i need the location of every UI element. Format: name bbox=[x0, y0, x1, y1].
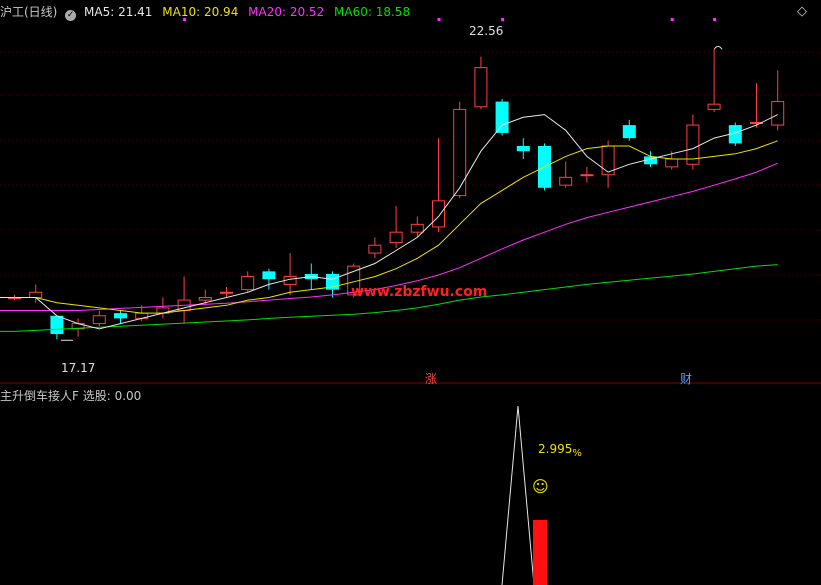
candle-body-12 bbox=[262, 271, 276, 280]
candle-body-26 bbox=[559, 176, 573, 186]
candle-body-24 bbox=[516, 145, 530, 152]
candle-body-20 bbox=[432, 200, 445, 228]
candle-body-1 bbox=[29, 291, 43, 298]
smiley-icon: ☺ bbox=[532, 477, 549, 496]
candle-body-17 bbox=[368, 244, 382, 254]
indicator-pct: 2.995% bbox=[538, 442, 582, 459]
finance-marker[interactable]: 财 bbox=[680, 370, 692, 387]
candle-body-5 bbox=[114, 313, 127, 319]
rise-marker[interactable]: 涨 bbox=[425, 370, 437, 387]
candle-body-36 bbox=[771, 101, 785, 126]
candle-body-19 bbox=[410, 223, 424, 233]
candle-body-22 bbox=[474, 67, 488, 108]
candle-body-18 bbox=[389, 231, 403, 244]
candle-body-23 bbox=[495, 101, 509, 133]
stock-title: 沪工(日线) bbox=[0, 5, 58, 19]
candle-body-27 bbox=[580, 174, 594, 177]
collapse-icon[interactable]: ◇ bbox=[797, 4, 807, 19]
watermark-text: www.zbzfwu.com bbox=[351, 284, 488, 300]
candle-body-4 bbox=[92, 315, 106, 325]
settings-icon[interactable]: ✓ bbox=[65, 10, 77, 21]
candle-body-31 bbox=[665, 158, 679, 168]
candle-body-10 bbox=[220, 291, 233, 294]
ma10-label: MA10: 20.94 bbox=[162, 5, 239, 19]
stock-chart-window: 沪工(日线) ✓ MA5: 21.41 MA10: 20.94 MA20: 20… bbox=[0, 0, 821, 585]
high-arrow bbox=[713, 45, 723, 50]
candle-body-2 bbox=[50, 315, 64, 335]
chart-header: 沪工(日线) ✓ MA5: 21.41 MA10: 20.94 MA20: 20… bbox=[0, 3, 410, 21]
signal-dot-4 bbox=[713, 18, 717, 21]
indicator-title: 主升倒车接人F 选股: 0.00 bbox=[0, 389, 142, 403]
candle-body-29 bbox=[622, 125, 636, 139]
indicator-red-bar bbox=[533, 520, 547, 585]
candle-body-21 bbox=[453, 108, 467, 197]
signal-dot-2 bbox=[501, 18, 505, 21]
ma5-label: MA5: 21.41 bbox=[84, 5, 153, 19]
candle-body-9 bbox=[198, 296, 212, 301]
candle-body-11 bbox=[241, 276, 255, 291]
high-price-label: 22.56 bbox=[469, 24, 504, 38]
signal-dot-1 bbox=[437, 18, 441, 21]
ma20-label: MA20: 20.52 bbox=[248, 5, 325, 19]
indicator-pct-value: 2.995 bbox=[538, 442, 573, 456]
indicator-pct-sign: % bbox=[572, 448, 582, 459]
low-price-label: 17.17 bbox=[61, 361, 96, 375]
signal-dot-3 bbox=[670, 18, 674, 21]
indicator-spike bbox=[501, 405, 535, 585]
candle-body-33 bbox=[707, 103, 721, 110]
ma60-label: MA60: 18.58 bbox=[334, 5, 411, 19]
